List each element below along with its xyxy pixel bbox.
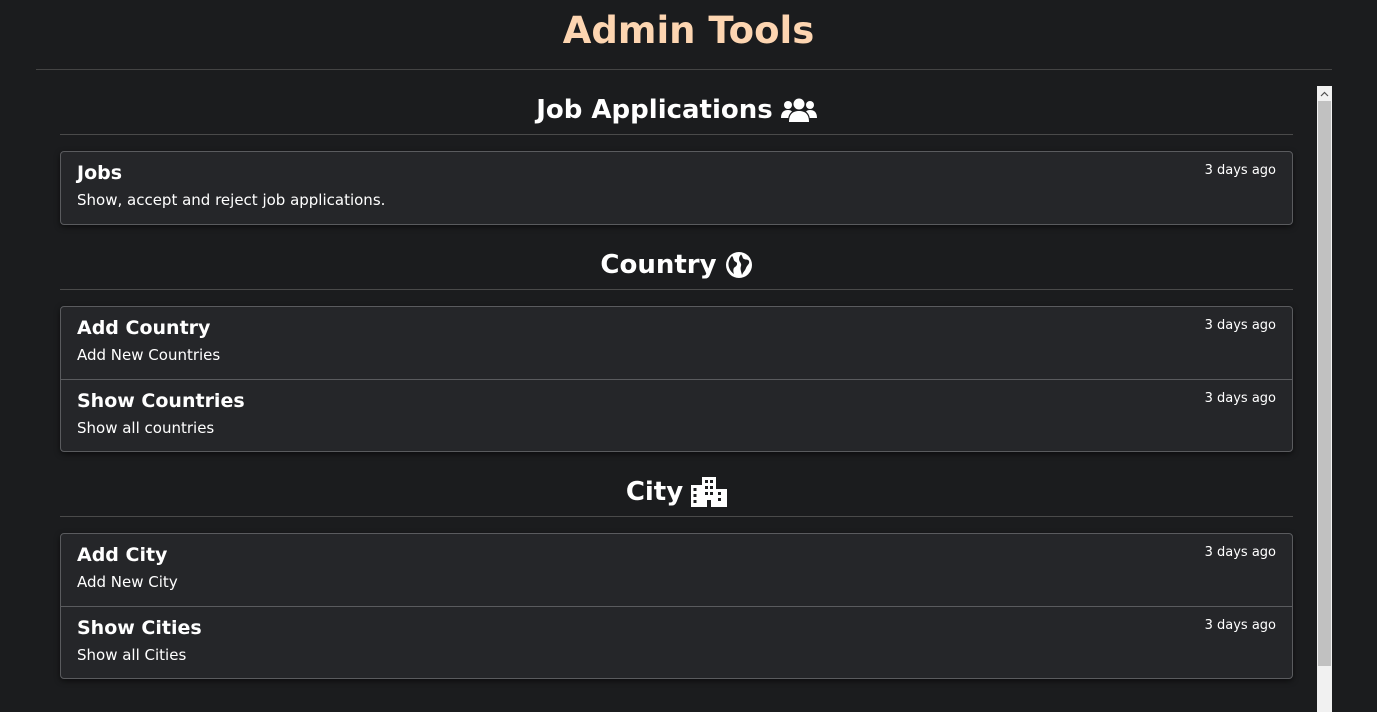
list-item-show-cities[interactable]: Show Cities Show all Cities 3 days ago	[61, 606, 1292, 678]
globe-icon	[725, 251, 753, 279]
users-icon	[780, 97, 817, 123]
item-timestamp: 3 days ago	[1204, 163, 1276, 178]
item-title: Add Country	[77, 317, 211, 339]
list-item-jobs[interactable]: Jobs Show, accept and reject job applica…	[61, 152, 1292, 224]
item-timestamp: 3 days ago	[1204, 391, 1276, 406]
section-country: Country Add Country Add New Countries 3 …	[60, 241, 1293, 452]
section-heading-label: Country	[600, 250, 717, 280]
scroll-up-arrow-icon[interactable]	[1317, 86, 1332, 101]
item-description: Show all countries	[77, 419, 215, 437]
scrollbar-thumb[interactable]	[1318, 101, 1331, 666]
card-group-city: Add City Add New City 3 days ago Show Ci…	[60, 533, 1293, 679]
city-icon	[691, 477, 728, 507]
item-timestamp: 3 days ago	[1204, 618, 1276, 633]
admin-page: Admin Tools Job Applications Jobs Show, …	[0, 0, 1377, 712]
page-title: Admin Tools	[562, 9, 815, 52]
list-item-show-countries[interactable]: Show Countries Show all countries 3 days…	[61, 379, 1292, 451]
item-description: Show, accept and reject job applications…	[77, 191, 386, 209]
section-heading: City	[60, 468, 1293, 517]
scroll-container[interactable]: Job Applications Jobs Show, accept and r…	[0, 86, 1317, 712]
item-timestamp: 3 days ago	[1204, 545, 1276, 560]
content-column: Job Applications Jobs Show, accept and r…	[60, 86, 1293, 695]
item-title: Jobs	[77, 162, 123, 184]
item-description: Add New City	[77, 573, 178, 591]
item-description: Show all Cities	[77, 646, 187, 664]
section-heading-label: Job Applications	[536, 95, 773, 125]
card-group-country: Add Country Add New Countries 3 days ago…	[60, 306, 1293, 452]
section-city: City Add City Add New City 3 days ago Sh…	[60, 468, 1293, 679]
vertical-scrollbar[interactable]	[1317, 86, 1332, 712]
section-heading: Job Applications	[60, 86, 1293, 135]
item-title: Show Cities	[77, 617, 202, 639]
item-description: Add New Countries	[77, 346, 221, 364]
card-group-jobs: Jobs Show, accept and reject job applica…	[60, 151, 1293, 225]
list-item-add-country[interactable]: Add Country Add New Countries 3 days ago	[61, 307, 1292, 379]
item-title: Show Countries	[77, 390, 245, 412]
section-heading-label: City	[625, 477, 684, 507]
title-divider	[36, 69, 1332, 70]
list-item-add-city[interactable]: Add City Add New City 3 days ago	[61, 534, 1292, 606]
item-timestamp: 3 days ago	[1204, 318, 1276, 333]
item-title: Add City	[77, 544, 168, 566]
section-job-applications: Job Applications Jobs Show, accept and r…	[60, 86, 1293, 225]
section-heading: Country	[60, 241, 1293, 290]
